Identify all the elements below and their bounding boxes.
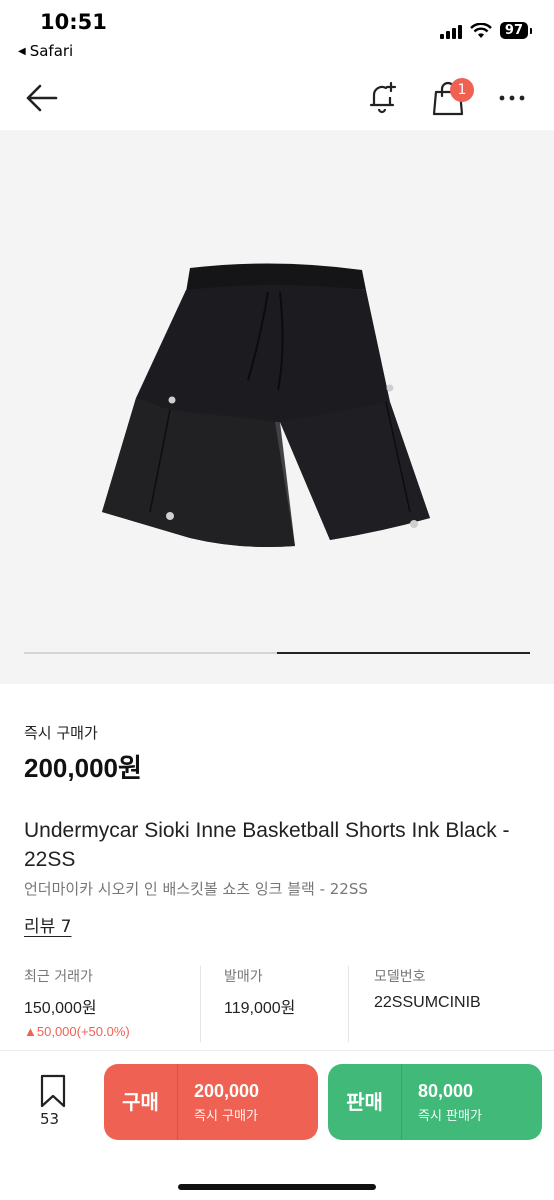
recent-trade-label: 최근 거래가 <box>24 969 93 985</box>
recent-trade-stat[interactable]: 최근 거래가 150,000원 ▲50,000(+50.0%) <box>24 966 130 1040</box>
product-image <box>102 263 430 547</box>
carousel-progress <box>24 651 530 654</box>
product-title: Undermycar Sioki Inne Basketball Shorts … <box>24 819 510 871</box>
home-indicator <box>178 1184 376 1190</box>
model-number-stat: 모델번호 22SSUMCINIB <box>374 966 481 1040</box>
back-triangle-icon: ◀ <box>18 45 26 57</box>
release-price-stat: 발매가 119,000원 <box>224 966 295 1040</box>
release-price-label: 발매가 <box>224 969 263 985</box>
stat-divider <box>348 966 349 1042</box>
product-image-carousel[interactable] <box>0 130 554 684</box>
instant-buy-price: 200,000원 <box>24 753 142 783</box>
recent-trade-change: ▲50,000(+50.0%) <box>24 1024 130 1039</box>
back-app-label: Safari <box>29 42 74 60</box>
buy-button-label: 구매 <box>104 1064 178 1140</box>
cellular-signal-icon <box>439 23 462 39</box>
bottom-bar-divider <box>0 1050 554 1051</box>
back-to-app-link[interactable]: ◀ Safari <box>18 42 73 60</box>
buy-button-price: 200,000 <box>194 1080 260 1101</box>
notification-bell-icon[interactable] <box>364 78 402 116</box>
status-bar: 10:51 ◀ Safari 97 <box>0 0 554 64</box>
sell-button-label: 판매 <box>328 1064 402 1140</box>
status-time: 10:51 <box>40 10 107 34</box>
wifi-icon <box>470 22 492 38</box>
model-number-value: 22SSUMCINIB <box>374 994 481 1011</box>
price-label: 즉시 구매가 <box>24 724 98 742</box>
model-number-label: 모델번호 <box>374 969 426 985</box>
cart-count-badge: 1 <box>450 78 474 102</box>
top-nav: 1 <box>0 64 554 130</box>
more-options-icon[interactable] <box>494 86 530 110</box>
price-stats: 최근 거래가 150,000원 ▲50,000(+50.0%) 발매가 119,… <box>0 966 554 1046</box>
release-price-value: 119,000원 <box>224 1000 296 1017</box>
sell-button[interactable]: 판매 80,000 즉시 판매가 <box>328 1064 542 1140</box>
battery-indicator: 97 <box>499 22 533 39</box>
carousel-progress-fill <box>277 651 530 654</box>
product-subtitle: 언더마이카 시오키 인 배스킷볼 쇼츠 잉크 블랙 - 22SS <box>24 880 368 898</box>
bookmark-icon[interactable] <box>36 1074 70 1108</box>
buy-button[interactable]: 구매 200,000 즉시 구매가 <box>104 1064 318 1140</box>
recent-trade-value: 150,000원 <box>24 1000 97 1017</box>
sell-button-sub: 즉시 판매가 <box>418 1108 482 1124</box>
review-link[interactable]: 리뷰 7 <box>24 912 72 937</box>
buy-button-sub: 즉시 구매가 <box>194 1108 258 1124</box>
sell-button-price: 80,000 <box>418 1080 474 1101</box>
bookmark-count: 53 <box>40 1110 60 1128</box>
back-arrow-icon[interactable] <box>22 78 62 118</box>
stat-divider <box>200 966 201 1042</box>
